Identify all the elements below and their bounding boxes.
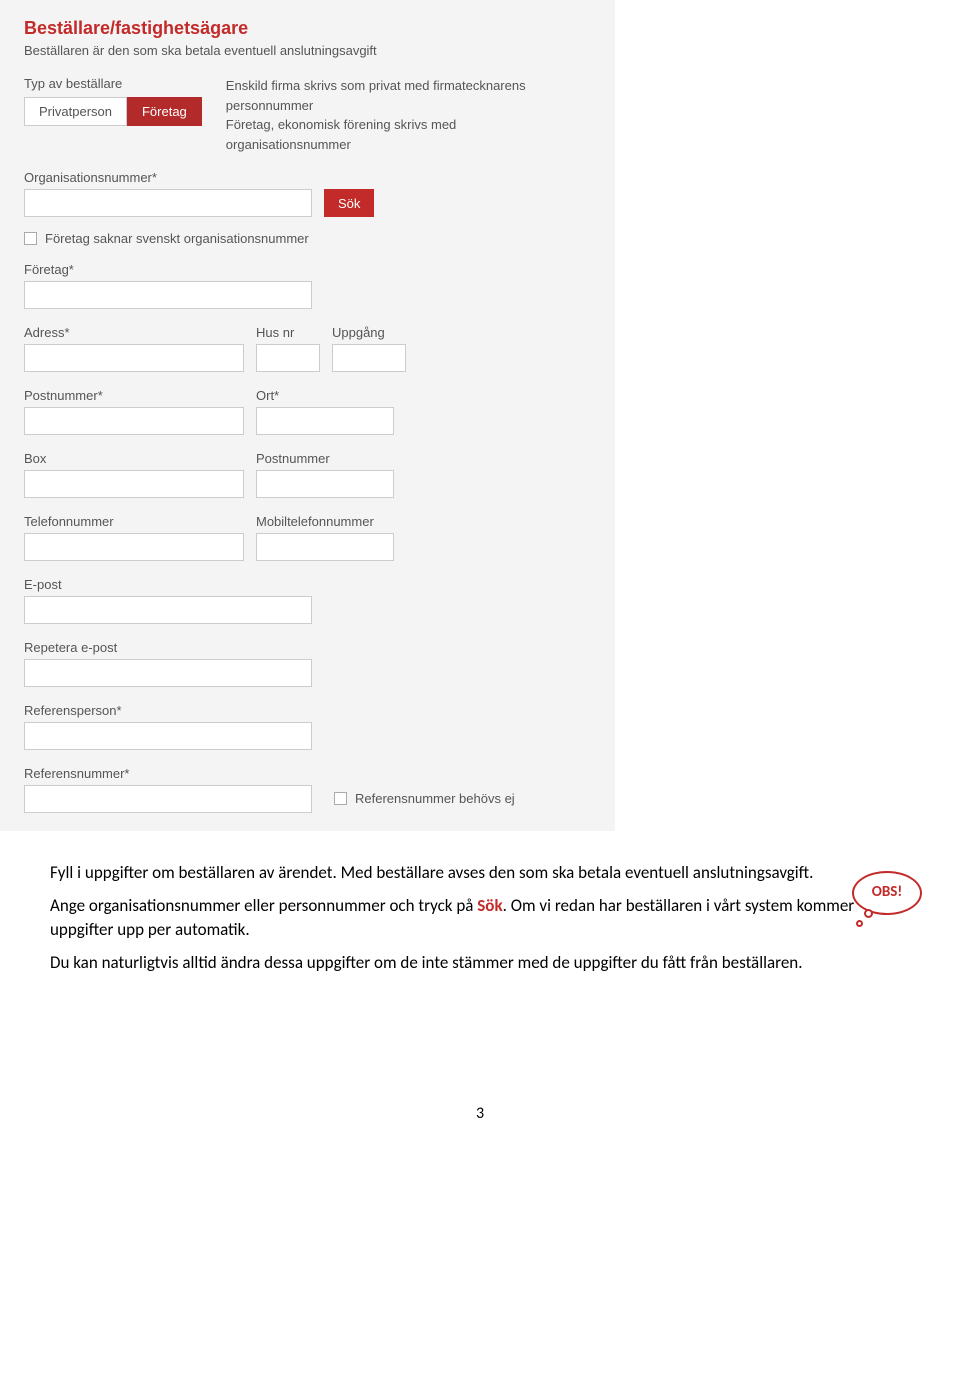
mobil-label: Mobiltelefonnummer xyxy=(256,514,394,529)
box-postnr-label: Postnummer xyxy=(256,451,394,466)
repeat-epost-input[interactable] xyxy=(24,659,312,687)
postnr-input[interactable] xyxy=(24,407,244,435)
orgnr-input[interactable] xyxy=(24,189,312,217)
refnr-not-needed-checkbox[interactable] xyxy=(334,792,347,805)
section-title: Beställare/fastighetsägare xyxy=(24,18,591,39)
instructions-block: OBS! Fyll i uppgifter om beställaren av … xyxy=(0,831,960,994)
section-description: Beställaren är den som ska betala eventu… xyxy=(24,43,591,58)
box-input[interactable] xyxy=(24,470,244,498)
address-row: Adress* Hus nr Uppgång xyxy=(24,309,591,372)
box-postnr-col: Postnummer xyxy=(256,435,394,498)
box-label: Box xyxy=(24,451,244,466)
husnr-input[interactable] xyxy=(256,344,320,372)
tab-group: Privatperson Företag xyxy=(24,97,202,126)
tab-privatperson[interactable]: Privatperson xyxy=(24,97,127,126)
refperson-label: Referensperson* xyxy=(24,703,591,718)
refnr-not-needed-group: Referensnummer behövs ej xyxy=(334,791,515,806)
obs-bubble-shape: OBS! xyxy=(852,871,922,915)
obs-callout: OBS! xyxy=(852,871,930,923)
uppgang-col: Uppgång xyxy=(332,309,406,372)
type-info-text: Enskild firma skrivs som privat med firm… xyxy=(226,76,546,154)
orgnr-label: Organisationsnummer* xyxy=(24,170,591,185)
ort-label: Ort* xyxy=(256,388,394,403)
tel-label: Telefonnummer xyxy=(24,514,244,529)
type-tabs-column: Typ av beställare Privatperson Företag xyxy=(24,76,202,154)
page-number: 3 xyxy=(0,1104,960,1123)
box-postnr-input[interactable] xyxy=(256,470,394,498)
foretag-label: Företag* xyxy=(24,262,591,277)
epost-input[interactable] xyxy=(24,596,312,624)
refnr-not-needed-label: Referensnummer behövs ej xyxy=(355,791,515,806)
refnr-row: Referensnummer behövs ej xyxy=(24,785,591,813)
uppgang-label: Uppgång xyxy=(332,325,406,340)
no-orgnr-checkbox[interactable] xyxy=(24,232,37,245)
box-col: Box xyxy=(24,435,244,498)
husnr-label: Hus nr xyxy=(256,325,320,340)
adress-label: Adress* xyxy=(24,325,244,340)
postnr-col: Postnummer* xyxy=(24,372,244,435)
ort-col: Ort* xyxy=(256,372,394,435)
instruction-p2: Ange organisationsnummer eller personnum… xyxy=(50,894,910,943)
tel-col: Telefonnummer xyxy=(24,498,244,561)
adress-col: Adress* xyxy=(24,309,244,372)
refnr-input[interactable] xyxy=(24,785,312,813)
repeat-epost-label: Repetera e-post xyxy=(24,640,591,655)
sok-button[interactable]: Sök xyxy=(324,189,374,217)
tab-foretag[interactable]: Företag xyxy=(127,97,202,126)
uppgang-input[interactable] xyxy=(332,344,406,372)
bubble-tail-icon xyxy=(864,909,873,918)
mobil-input[interactable] xyxy=(256,533,394,561)
orgnr-row: Sök xyxy=(24,189,591,217)
refperson-input[interactable] xyxy=(24,722,312,750)
ort-input[interactable] xyxy=(256,407,394,435)
type-row: Typ av beställare Privatperson Företag E… xyxy=(24,76,591,154)
obs-text: OBS! xyxy=(872,882,903,904)
foretag-input[interactable] xyxy=(24,281,312,309)
postal-row: Postnummer* Ort* xyxy=(24,372,591,435)
mobil-col: Mobiltelefonnummer xyxy=(256,498,394,561)
form-panel: Beställare/fastighetsägare Beställaren ä… xyxy=(0,0,615,831)
bubble-tail-icon xyxy=(856,920,863,927)
box-row: Box Postnummer xyxy=(24,435,591,498)
husnr-col: Hus nr xyxy=(256,309,320,372)
p2-pre: Ange organisationsnummer eller personnum… xyxy=(50,895,477,916)
type-label: Typ av beställare xyxy=(24,76,202,91)
p2-sok-highlight: Sök xyxy=(477,895,502,916)
no-orgnr-row: Företag saknar svenskt organisationsnumm… xyxy=(24,231,591,246)
adress-input[interactable] xyxy=(24,344,244,372)
no-orgnr-label: Företag saknar svenskt organisationsnumm… xyxy=(45,231,309,246)
instruction-p1: Fyll i uppgifter om beställaren av ärend… xyxy=(50,861,910,886)
postnr-label: Postnummer* xyxy=(24,388,244,403)
tel-input[interactable] xyxy=(24,533,244,561)
phone-row: Telefonnummer Mobiltelefonnummer xyxy=(24,498,591,561)
epost-label: E-post xyxy=(24,577,591,592)
instruction-p3: Du kan naturligtvis alltid ändra dessa u… xyxy=(50,951,910,976)
refnr-label: Referensnummer* xyxy=(24,766,591,781)
